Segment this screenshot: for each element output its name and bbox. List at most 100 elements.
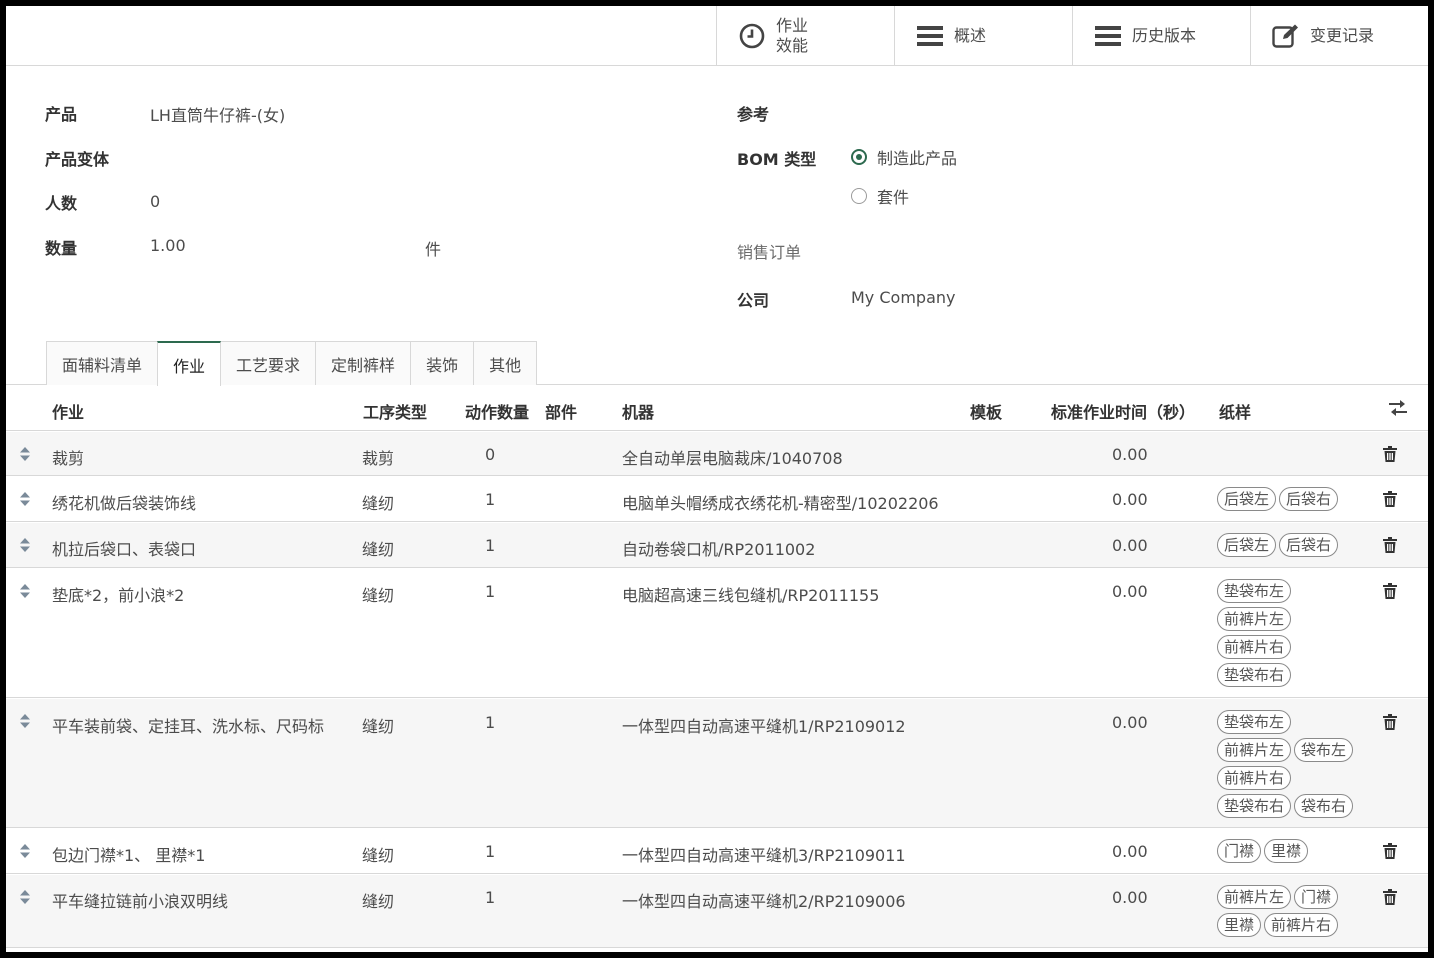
col-pattern[interactable]: 纸样 xyxy=(1219,399,1251,423)
operation-cell: 平车缝拉链前小浪双明线 xyxy=(52,892,229,911)
col-action-count[interactable]: 动作数量 xyxy=(465,399,529,423)
variant-field[interactable] xyxy=(150,146,710,168)
headcount-field[interactable]: 0 xyxy=(150,192,160,211)
history-button[interactable]: 历史版本 xyxy=(1072,6,1250,66)
col-template[interactable]: 模板 xyxy=(970,399,1002,423)
pattern-tags: 垫袋布左 袋布左 前裤片左 袋布左 前裤片右 袋布左 垫袋布右 袋布右 xyxy=(1217,710,1367,818)
drag-handle-icon[interactable] xyxy=(19,491,31,507)
reference-field[interactable] xyxy=(851,101,1411,123)
operation-cell: 平车装前袋、定挂耳、洗水标、尺码标 xyxy=(52,717,325,736)
operation-cell: 绣花机做后袋装饰线 xyxy=(52,494,197,513)
table-row[interactable]: 裁剪 裁剪 0 全自动单层电脑裁床/1040708 0.00 xyxy=(6,432,1428,476)
col-operation[interactable]: 作业 xyxy=(52,399,84,423)
pattern-tag[interactable]: 后袋左 xyxy=(1217,533,1277,557)
pattern-tag[interactable]: 垫袋布左 xyxy=(1217,710,1292,734)
pattern-tag[interactable]: 前裤片左 xyxy=(1217,885,1292,909)
pattern-tag[interactable]: 后袋左 xyxy=(1217,487,1277,511)
tab-operations[interactable]: 作业 xyxy=(157,341,222,386)
product-field[interactable]: LH直筒牛仔裤-(女) xyxy=(150,102,285,126)
pattern-tag[interactable]: 门襟 xyxy=(1294,885,1339,909)
variant-label: 产品变体 xyxy=(45,150,110,169)
tab-other[interactable]: 其他 xyxy=(473,341,538,385)
std-time-cell: 0.00 xyxy=(1112,536,1148,555)
pattern-tag[interactable]: 袋布右 xyxy=(1294,794,1354,818)
operation-cell: 包边门襟*1、 里襟*1 xyxy=(52,846,206,865)
bom-type-radio-manufacture[interactable]: 制造此产品 xyxy=(851,145,957,169)
col-machine[interactable]: 机器 xyxy=(622,399,654,423)
pattern-tag[interactable]: 垫袋布左 xyxy=(1217,579,1292,603)
pattern-tag[interactable]: 后袋右 xyxy=(1279,533,1339,557)
headcount-label: 人数 xyxy=(45,194,78,213)
optional-columns-icon[interactable] xyxy=(1389,400,1407,420)
trash-icon[interactable] xyxy=(1383,583,1399,599)
col-std-time[interactable]: 标准作业时间（秒） xyxy=(1051,399,1195,423)
quantity-unit-field[interactable]: 件 xyxy=(425,236,441,260)
pattern-tag[interactable]: 前裤片右 xyxy=(1264,913,1339,937)
sale-order-field[interactable] xyxy=(851,239,1411,261)
pattern-tag[interactable]: 里襟 xyxy=(1264,839,1309,863)
col-part[interactable]: 部件 xyxy=(545,399,577,423)
tab-custom-pattern[interactable]: 定制裤样 xyxy=(315,341,412,385)
drag-handle-icon[interactable] xyxy=(19,889,31,905)
trash-icon[interactable] xyxy=(1383,491,1399,507)
quantity-field[interactable]: 1.00 xyxy=(150,236,186,255)
company-field[interactable]: My Company xyxy=(851,288,955,307)
changelog-label: 变更记录 xyxy=(1310,26,1375,45)
sale-order-label: 销售订单 xyxy=(737,243,802,262)
bom-type-radio-kit[interactable]: 套件 xyxy=(851,184,909,208)
table-row[interactable]: 机拉后袋口、表袋口 缝纫 1 自动卷袋口机/RP2011002 0.00 后袋左… xyxy=(6,523,1428,568)
pattern-tag[interactable]: 后袋右 xyxy=(1279,487,1339,511)
operation-cell: 裁剪 xyxy=(52,449,85,468)
table-row[interactable]: 包边门襟*1、 里襟*1 缝纫 1 一体型四自动高速平缝机3/RP2109011… xyxy=(6,829,1428,874)
pattern-tags: 后袋左 后袋右 xyxy=(1217,487,1367,511)
std-time-cell: 0.00 xyxy=(1112,713,1148,732)
efficiency-button[interactable]: 作业 效能 xyxy=(716,6,895,66)
drag-handle-icon[interactable] xyxy=(19,843,31,859)
pattern-tags: 前裤片左 门襟 里襟 前裤片右 xyxy=(1217,885,1347,937)
drag-handle-icon[interactable] xyxy=(19,583,31,599)
tab-process-requirements[interactable]: 工艺要求 xyxy=(220,341,317,385)
pattern-tag[interactable]: 垫袋布右 xyxy=(1217,794,1292,818)
table-row[interactable]: 绣花机做后袋装饰线 缝纫 1 电脑单头帽绣成衣绣花机-精密型/10202206 … xyxy=(6,477,1428,522)
bom-form: 作业 效能 概述 历史版本 变更记录 产品 LH直筒牛仔裤-(女) 产品变体 人… xyxy=(6,6,1428,952)
action-count-cell: 1 xyxy=(485,490,496,509)
bars-icon xyxy=(1094,22,1122,50)
trash-icon[interactable] xyxy=(1383,714,1399,730)
trash-icon[interactable] xyxy=(1383,889,1399,905)
drag-handle-icon[interactable] xyxy=(19,446,31,462)
process-type-cell: 缝纫 xyxy=(362,892,395,911)
std-time-cell: 0.00 xyxy=(1112,582,1148,601)
efficiency-label-line2: 效能 xyxy=(776,36,809,55)
machine-cell: 一体型四自动高速平缝机1/RP2109012 xyxy=(622,717,906,736)
pattern-tag[interactable]: 前裤片左 xyxy=(1217,738,1292,762)
trash-icon[interactable] xyxy=(1383,843,1399,859)
notebook-tabs: 面辅料清单 作业 工艺要求 定制裤样 装饰 其他 xyxy=(46,341,538,386)
tab-decoration[interactable]: 装饰 xyxy=(410,341,475,385)
pattern-tag[interactable]: 门襟 xyxy=(1217,839,1262,863)
process-type-cell: 缝纫 xyxy=(362,494,395,513)
drag-handle-icon[interactable] xyxy=(19,713,31,729)
pattern-tag[interactable]: 袋布左 xyxy=(1294,738,1354,762)
trash-icon[interactable] xyxy=(1383,446,1399,462)
operation-cell: 机拉后袋口、表袋口 xyxy=(52,540,197,559)
pattern-tag[interactable]: 前裤片左 xyxy=(1217,607,1292,631)
bom-type-label: BOM 类型 xyxy=(737,150,817,169)
table-row[interactable]: 平车装前袋、定挂耳、洗水标、尺码标 缝纫 1 一体型四自动高速平缝机1/RP21… xyxy=(6,699,1428,828)
trash-icon[interactable] xyxy=(1383,537,1399,553)
efficiency-label-line1: 作业 xyxy=(776,16,809,35)
overview-button[interactable]: 概述 xyxy=(894,6,1072,66)
std-time-cell: 0.00 xyxy=(1112,842,1148,861)
pattern-tag[interactable]: 前裤片右 xyxy=(1217,766,1292,790)
pattern-tag[interactable]: 里襟 xyxy=(1217,913,1262,937)
machine-cell: 全自动单层电脑裁床/1040708 xyxy=(622,449,843,468)
pattern-tag[interactable]: 垫袋布右 xyxy=(1217,663,1292,687)
table-row[interactable]: 平车缝拉链前小浪双明线 缝纫 1 一体型四自动高速平缝机2/RP2109006 … xyxy=(6,875,1428,948)
col-process-type[interactable]: 工序类型 xyxy=(363,399,427,423)
table-row[interactable]: 垫底*2，前小浪*2 缝纫 1 电脑超高速三线包缝机/RP2011155 0.0… xyxy=(6,569,1428,698)
pattern-tag[interactable]: 前裤片右 xyxy=(1217,635,1292,659)
reference-label: 参考 xyxy=(737,105,770,124)
drag-handle-icon[interactable] xyxy=(19,537,31,553)
tab-materials[interactable]: 面辅料清单 xyxy=(46,341,159,385)
history-label: 历史版本 xyxy=(1132,26,1197,45)
changelog-button[interactable]: 变更记录 xyxy=(1250,6,1428,66)
